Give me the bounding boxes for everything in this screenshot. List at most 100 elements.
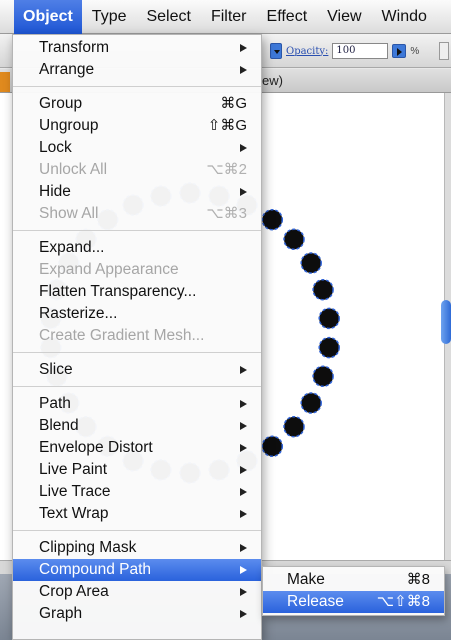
submenu-arrow-icon	[240, 488, 247, 496]
menu-item-arrange[interactable]: Arrange	[13, 59, 261, 81]
menu-item-clipping-mask[interactable]: Clipping Mask	[13, 537, 261, 559]
object-menu: Transform Arrange Group ⌘G Ungroup ⇧⌘G L…	[12, 34, 262, 640]
menu-item-compound-path[interactable]: Compound Path	[13, 559, 261, 581]
menu-item-expand[interactable]: Expand...	[13, 237, 261, 259]
menu-item-label: Expand Appearance	[39, 261, 179, 278]
menu-separator	[13, 230, 261, 231]
submenu-arrow-icon	[240, 144, 247, 152]
menu-item-crop-area[interactable]: Crop Area	[13, 581, 261, 603]
submenu-arrow-icon	[240, 422, 247, 430]
menu-item-create-gradient-mesh[interactable]: Create Gradient Mesh...	[13, 325, 261, 347]
menu-item-label: Blend	[39, 417, 79, 434]
menu-item-expand-appearance[interactable]: Expand Appearance	[13, 259, 261, 281]
menu-item-label: Transform	[39, 39, 110, 56]
menu-item-label: Group	[39, 95, 83, 112]
menu-item-rasterize[interactable]: Rasterize...	[13, 303, 261, 325]
selected-dot[interactable]	[261, 435, 284, 458]
menu-item-label: Unlock All	[39, 161, 108, 178]
menu-item-label: Make	[287, 571, 325, 588]
menu-item-slice[interactable]: Slice	[13, 359, 261, 381]
submenu-arrow-icon	[240, 366, 247, 374]
menu-item-label: Flatten Transparency...	[39, 283, 197, 300]
menu-item-live-paint[interactable]: Live Paint	[13, 459, 261, 481]
opacity-control: Opacity: 100 %	[270, 42, 419, 60]
menu-item-label: Create Gradient Mesh...	[39, 327, 205, 344]
menu-item-lock[interactable]: Lock	[13, 137, 261, 159]
menu-item-label: Release	[287, 593, 344, 610]
menu-item-label: Compound Path	[39, 561, 152, 578]
submenu-item-release[interactable]: Release ⌥⇧⌘8	[263, 591, 444, 613]
menu-item-label: Hide	[39, 183, 71, 200]
opacity-input[interactable]: 100	[332, 43, 389, 59]
menu-item-blend[interactable]: Blend	[13, 415, 261, 437]
menu-select[interactable]: Select	[136, 0, 200, 34]
selected-dot[interactable]	[300, 252, 322, 274]
selected-dot[interactable]	[312, 278, 334, 301]
selected-dot[interactable]	[318, 307, 340, 330]
menu-item-label: Text Wrap	[39, 505, 109, 522]
menu-item-show-all[interactable]: Show All ⌥⌘3	[13, 203, 261, 225]
menu-type[interactable]: Type	[82, 0, 137, 34]
menu-item-flatten-transparency[interactable]: Flatten Transparency...	[13, 281, 261, 303]
opacity-dropdown-button[interactable]	[392, 44, 407, 58]
menu-item-label: Crop Area	[39, 583, 109, 600]
menu-separator	[13, 352, 261, 353]
menu-item-label: Envelope Distort	[39, 439, 153, 456]
submenu-arrow-icon	[240, 188, 247, 196]
menu-object[interactable]: Object	[14, 0, 82, 34]
menu-item-label: Slice	[39, 361, 73, 378]
keyboard-shortcut: ⌥⌘2	[206, 161, 247, 178]
tool-panel-tab[interactable]	[0, 72, 10, 92]
menu-filter[interactable]: Filter	[201, 0, 257, 34]
menu-item-hide[interactable]: Hide	[13, 181, 261, 203]
selected-dot[interactable]	[283, 415, 305, 438]
menu-item-envelope-distort[interactable]: Envelope Distort	[13, 437, 261, 459]
menu-item-group[interactable]: Group ⌘G	[13, 93, 261, 115]
submenu-arrow-icon	[240, 588, 247, 596]
menu-item-label: Ungroup	[39, 117, 99, 134]
keyboard-shortcut: ⌘8	[406, 571, 430, 588]
menu-item-path[interactable]: Path	[13, 393, 261, 415]
keyboard-shortcut: ⌥⌘3	[206, 205, 247, 222]
menu-item-unlock-all[interactable]: Unlock All ⌥⌘2	[13, 159, 261, 181]
control-bar-overflow-button[interactable]	[439, 42, 449, 60]
menu-item-label: Live Trace	[39, 483, 111, 500]
submenu-arrow-icon	[240, 566, 247, 574]
selected-dot[interactable]	[312, 365, 334, 388]
document-tab-label[interactable]: ew)	[262, 73, 283, 88]
menu-view[interactable]: View	[317, 0, 371, 34]
menu-item-ungroup[interactable]: Ungroup ⇧⌘G	[13, 115, 261, 137]
opacity-label[interactable]: Opacity:	[286, 46, 328, 57]
menu-separator	[13, 386, 261, 387]
style-dropdown-button[interactable]	[270, 43, 282, 59]
keyboard-shortcut: ⌘G	[220, 95, 247, 112]
submenu-arrow-icon	[240, 44, 247, 52]
compound-path-submenu: Make ⌘8 Release ⌥⇧⌘8	[262, 566, 445, 616]
menu-item-label: Expand...	[39, 239, 105, 256]
menu-item-label: Arrange	[39, 61, 95, 78]
submenu-item-make[interactable]: Make ⌘8	[263, 569, 444, 591]
selected-dot[interactable]	[261, 208, 284, 231]
selected-dot[interactable]	[318, 336, 340, 359]
menu-item-label: Lock	[39, 139, 72, 156]
menu-effect[interactable]: Effect	[257, 0, 318, 34]
menu-item-label: Live Paint	[39, 461, 108, 478]
percent-symbol: %	[410, 45, 420, 57]
menu-item-text-wrap[interactable]: Text Wrap	[13, 503, 261, 525]
menu-item-graph[interactable]: Graph	[13, 603, 261, 625]
submenu-arrow-icon	[240, 610, 247, 618]
selected-dot[interactable]	[300, 392, 322, 414]
submenu-arrow-icon	[240, 510, 247, 518]
menu-window[interactable]: Windo	[372, 0, 437, 34]
menu-item-label: Clipping Mask	[39, 539, 137, 556]
vertical-scroll-thumb[interactable]	[441, 300, 451, 344]
keyboard-shortcut: ⌥⇧⌘8	[376, 593, 430, 610]
selected-dot[interactable]	[283, 228, 305, 251]
menu-item-live-trace[interactable]: Live Trace	[13, 481, 261, 503]
keyboard-shortcut: ⇧⌘G	[207, 117, 247, 134]
menu-item-label: Graph	[39, 605, 83, 622]
menu-item-label: Rasterize...	[39, 305, 118, 322]
menu-separator	[13, 530, 261, 531]
menu-item-transform[interactable]: Transform	[13, 37, 261, 59]
menu-separator	[13, 86, 261, 87]
